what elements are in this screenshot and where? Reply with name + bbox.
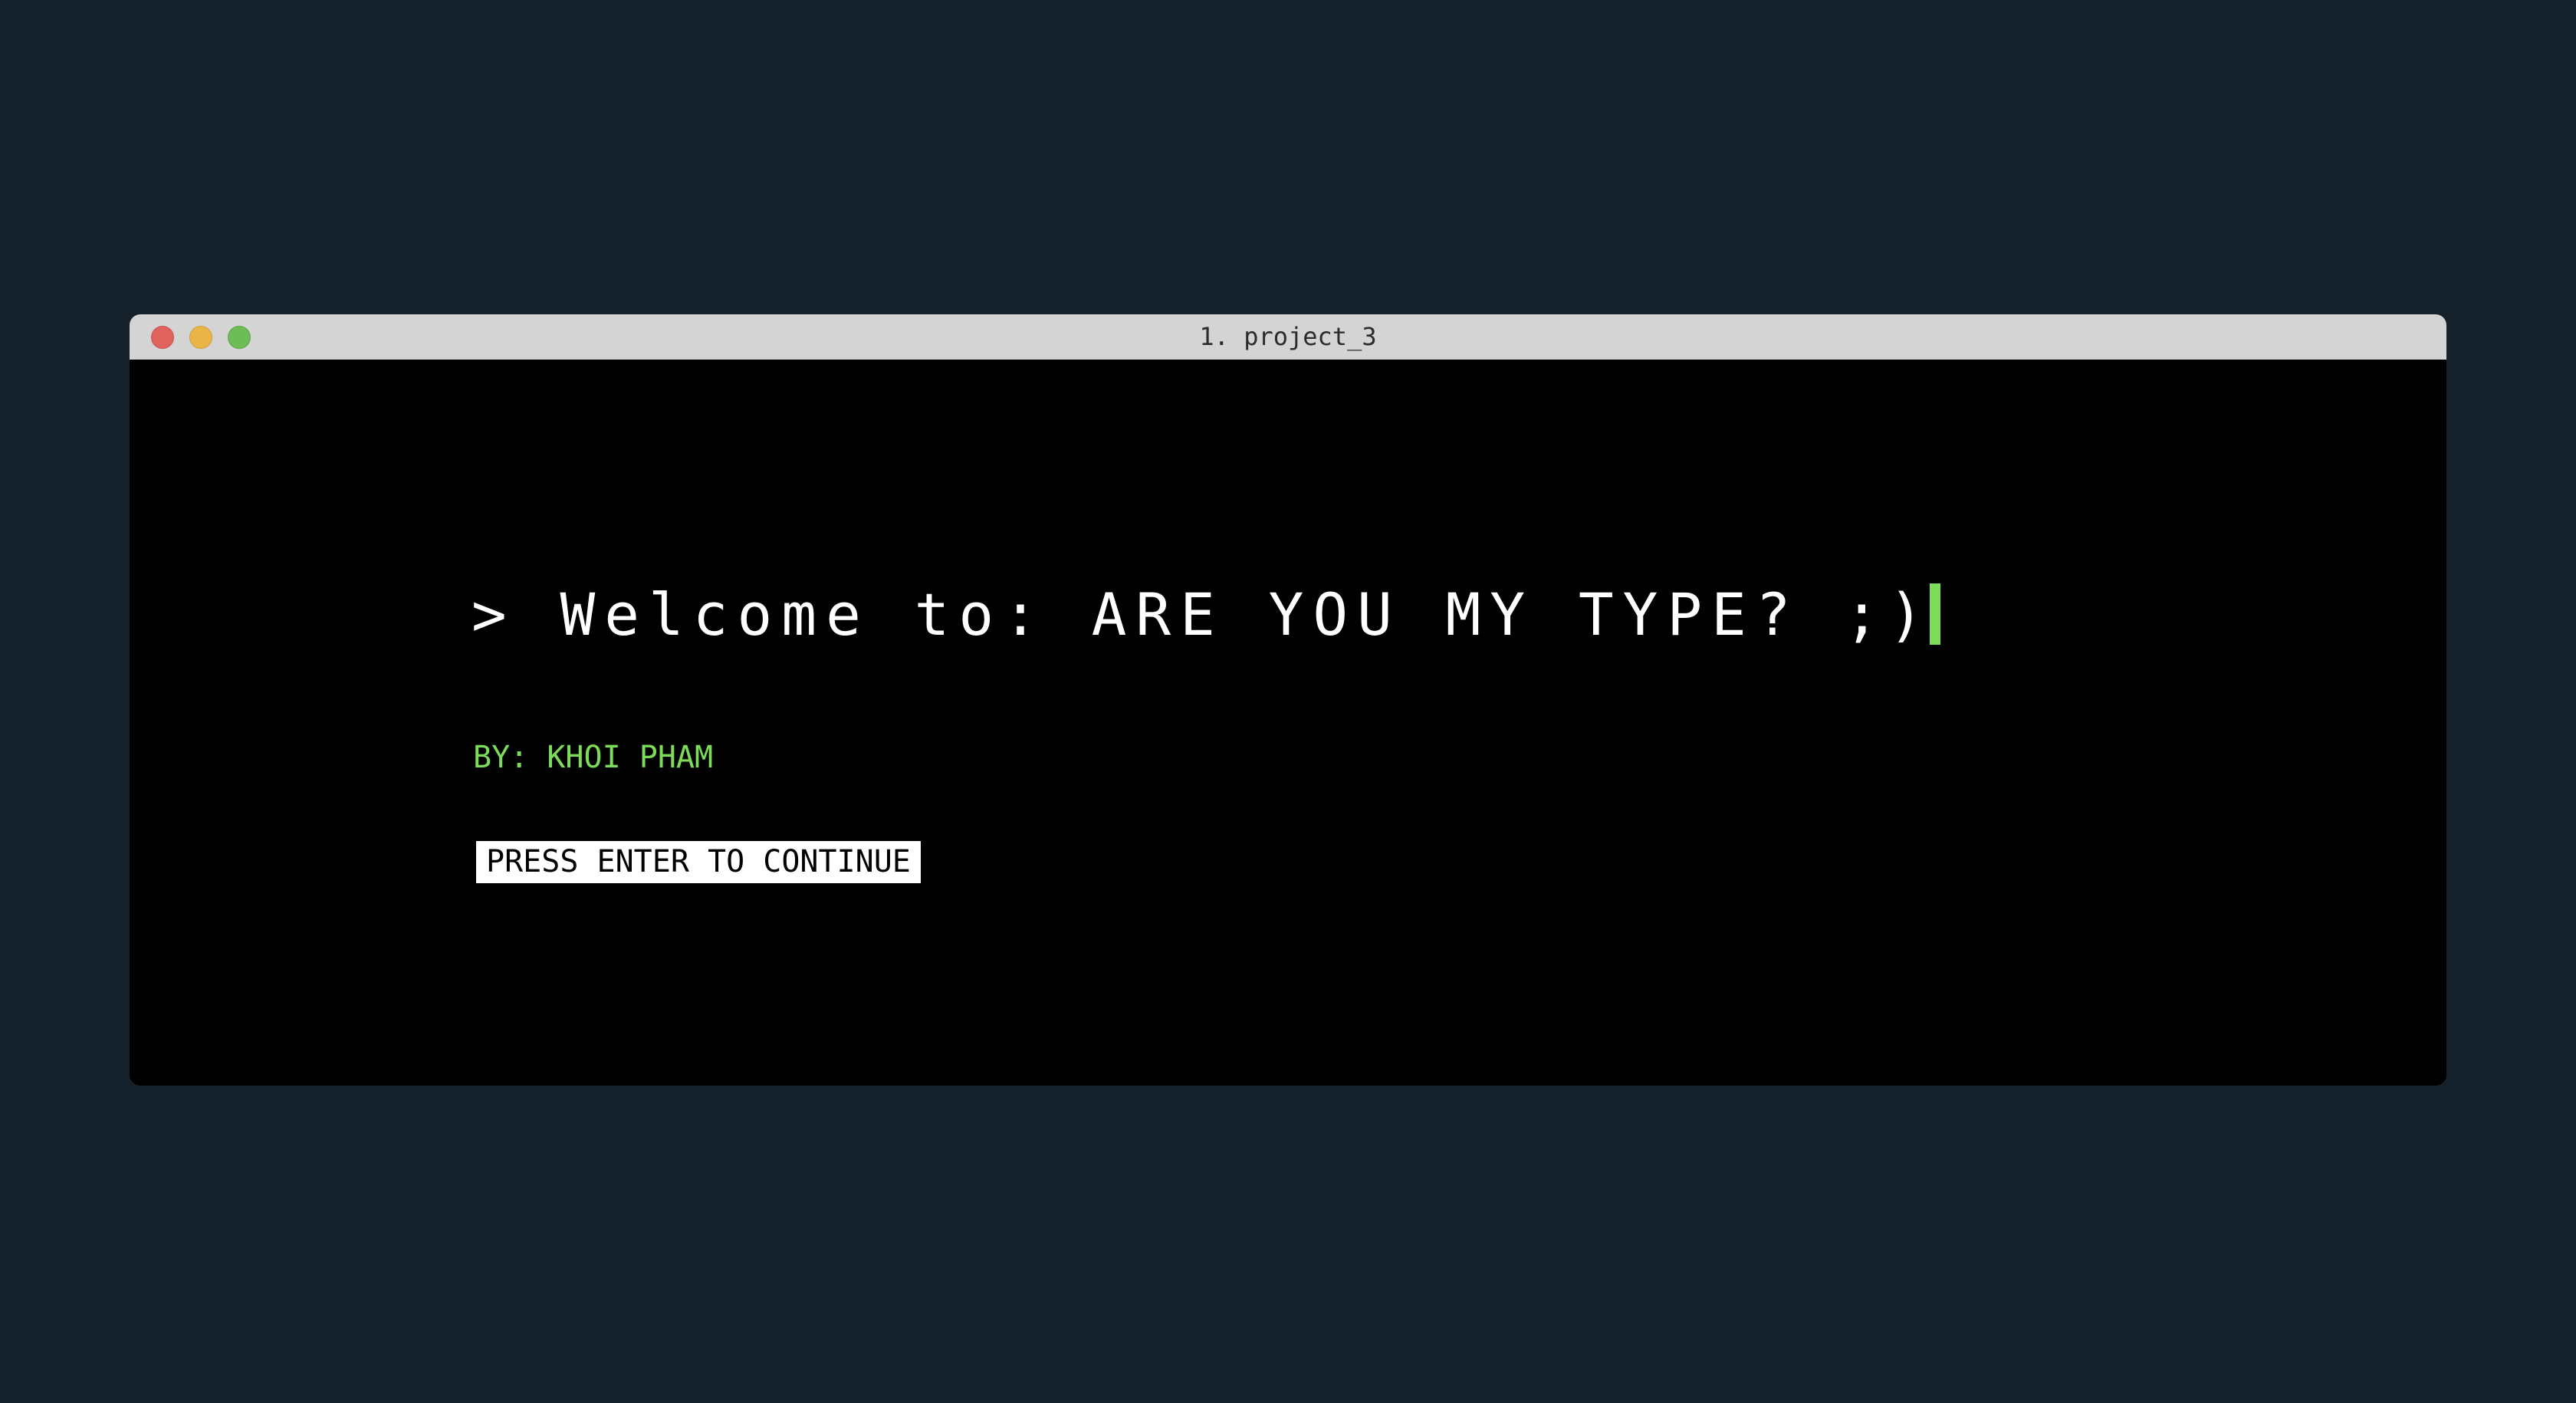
window-title: 1. project_3 — [1199, 322, 1377, 351]
continue-prompt[interactable]: PRESS ENTER TO CONTINUE — [476, 841, 921, 883]
prompt-spacer — [516, 580, 560, 649]
prompt-symbol: > — [472, 580, 516, 649]
title-bar[interactable]: 1. project_3 — [130, 314, 2446, 360]
welcome-text: Welcome to: ARE YOU MY TYPE? ;) — [560, 580, 1933, 649]
welcome-line: > Welcome to: ARE YOU MY TYPE? ;) — [472, 576, 1940, 652]
terminal-body[interactable]: > Welcome to: ARE YOU MY TYPE? ;) BY: KH… — [130, 360, 2446, 1086]
author-credit: BY: KHOI PHAM — [473, 740, 714, 775]
text-cursor — [1929, 583, 1940, 645]
terminal-window: 1. project_3 > Welcome to: ARE YOU MY TY… — [130, 314, 2446, 1086]
